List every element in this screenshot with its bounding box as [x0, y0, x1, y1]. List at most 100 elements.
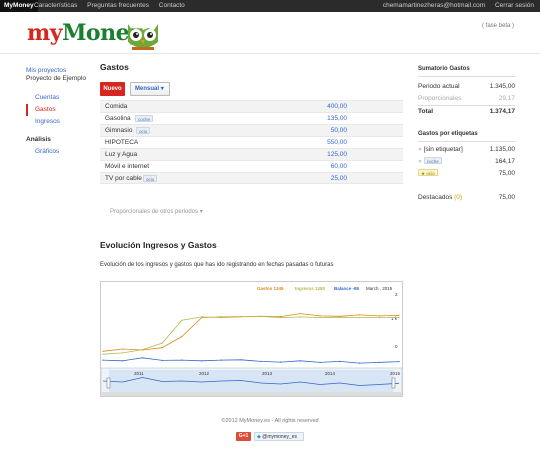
data-point-ingresos [240, 316, 242, 318]
legend-date: March , 2015 [366, 286, 393, 291]
left-range-handle[interactable] [106, 377, 111, 389]
logout-link[interactable]: Cerrar sesión [495, 2, 534, 9]
row-tag[interactable]: ocio [143, 175, 158, 182]
data-point-gastos [161, 347, 163, 349]
prop-label: Proporcionales [418, 95, 462, 102]
year-label: 2014 [325, 371, 336, 376]
period-select[interactable]: Mensual ▾ [130, 82, 170, 96]
tag-value: 164,17 [495, 158, 515, 165]
right-range-handle[interactable] [391, 377, 396, 389]
twitter-follow-button[interactable]: ◆ @mymoney_es [254, 432, 304, 441]
summary-total: Total 1.374,17 [418, 105, 515, 117]
table-row[interactable]: Luz y Agua 125,00 [100, 148, 403, 160]
year-label: 2015 [390, 371, 401, 376]
data-point-balance [358, 362, 361, 364]
project-name: Proyecto de Ejemplo [26, 75, 86, 82]
brand-link[interactable]: MyMoney [0, 0, 38, 12]
gplus-button[interactable]: G+1 [236, 432, 251, 441]
navigator-scrollbar[interactable] [101, 392, 402, 396]
data-point-balance [299, 360, 301, 362]
owl-logo-icon [128, 24, 158, 50]
expenses-table: Comida 400,00 Gasolina coche 135,00 Gimn… [100, 100, 403, 184]
sidebar-item-graficos[interactable]: Gráficos [26, 146, 96, 158]
prop-value: 29,17 [498, 95, 515, 102]
data-point-balance [102, 359, 104, 361]
table-row[interactable]: Gimnasio ocio 50,00 [100, 124, 403, 136]
data-point-balance [220, 359, 222, 361]
footer-copyright: ©2012 MyMoney.es - All rights reserved [221, 418, 319, 424]
total-label: Total [418, 108, 434, 115]
row-tag[interactable]: coche [135, 115, 154, 122]
legend-gastos: Gastos 1345 [257, 286, 284, 291]
data-point-ingresos [122, 352, 124, 354]
tag-chip: coche [423, 157, 442, 164]
chart-svg[interactable]: Gastos 1345 Ingresos 1280 Balance -65 Ma… [100, 282, 403, 397]
data-point-gastos [299, 313, 301, 315]
row-value[interactable]: 400,00 [327, 101, 347, 112]
sidebar-item-cuentas[interactable]: Cuentas [26, 92, 96, 104]
table-row[interactable]: Móvil e internet 60,00 [100, 160, 403, 172]
featured-value: 75,00 [498, 194, 515, 201]
data-point-ingresos [260, 315, 262, 317]
nav-contact[interactable]: Contacto [159, 2, 185, 9]
tag-chip: ★ ocio [418, 169, 438, 176]
row-name: Gimnasio [105, 127, 133, 134]
summary-current: Periodo actual 1.345,00 [418, 81, 515, 93]
row-value[interactable]: 50,00 [331, 125, 347, 136]
proportional-periods-link[interactable]: Proporcionales de otros periodos ▾ [110, 208, 203, 215]
page-title: Gastos [100, 62, 129, 72]
featured-row[interactable]: Destacados (0) 75,00 [418, 192, 515, 204]
evolution-chart[interactable]: Gastos 1345 Ingresos 1280 Balance -65 Ma… [100, 281, 403, 397]
tag-row[interactable]: ● coche 164,17 [418, 156, 515, 168]
row-value[interactable]: 25,00 [331, 173, 347, 184]
data-point-balance [339, 360, 341, 362]
data-point-ingresos [161, 342, 163, 344]
sidebar-item-ingresos[interactable]: Ingresos [26, 116, 96, 128]
data-point-gastos [319, 315, 321, 317]
logo-my: my [27, 20, 63, 46]
row-name: TV por cable [105, 175, 142, 182]
data-point-balance [378, 361, 380, 363]
table-row[interactable]: TV por cable ocio 25,00 [100, 172, 403, 184]
new-button[interactable]: Nuevo [100, 82, 125, 96]
user-email[interactable]: chemamartinezheras@hotmail.com [383, 2, 485, 9]
row-tag[interactable]: ocio [136, 127, 151, 134]
tag-row[interactable]: ● [sin etiquetar] 1.135,00 [418, 144, 515, 156]
data-point-ingresos [280, 317, 282, 319]
user-menu: chemamartinezheras@hotmail.com Cerrar se… [375, 0, 534, 12]
data-point-balance [260, 360, 262, 362]
tag-label: ● coche [418, 156, 442, 168]
row-value[interactable]: 135,00 [327, 113, 347, 124]
data-point-ingresos [398, 317, 400, 319]
featured-label: Destacados [418, 194, 453, 201]
row-value[interactable]: 550,00 [327, 137, 347, 148]
data-point-ingresos [102, 353, 104, 355]
expenses-panel: Gastos Nuevo Mensual ▾ Comida 400,00 Gas… [100, 62, 403, 215]
sidebar-item-gastos[interactable]: Gastos [26, 104, 96, 116]
tag-value: 1.135,00 [489, 146, 515, 153]
data-point-gastos [102, 350, 104, 352]
data-point-ingresos [201, 316, 203, 318]
table-row[interactable]: Gasolina coche 135,00 [100, 112, 403, 124]
data-point-gastos [378, 315, 380, 317]
projects-link[interactable]: Mis proyectos [26, 67, 96, 75]
data-point-balance [201, 360, 203, 362]
analysis-heading: Análisis [26, 136, 51, 143]
total-value: 1.374,17 [489, 108, 515, 115]
year-label: 2011 [134, 371, 144, 376]
twitter-bird-icon: ◆ [257, 434, 261, 440]
data-point-balance [398, 361, 400, 363]
row-value[interactable]: 125,00 [327, 149, 347, 160]
nav-faq[interactable]: Preguntas frecuentes [87, 2, 149, 9]
table-row[interactable]: Comida 400,00 [100, 100, 403, 112]
site-header: myMoney ( fase beta ) [0, 12, 540, 54]
tag-label: ● [sin etiquetar] [418, 144, 463, 156]
tag-row[interactable]: ★ ocio 75,00 [418, 168, 515, 180]
table-row[interactable]: HIPOTECA 550,00 [100, 136, 403, 148]
data-point-gastos [398, 314, 400, 316]
header-divider [0, 53, 540, 54]
row-value[interactable]: 60,00 [331, 161, 347, 172]
period-select-label: Mensual [135, 86, 160, 92]
nav-features[interactable]: Características [34, 2, 77, 9]
evolution-title: Evolución Ingresos y Gastos [100, 240, 217, 250]
